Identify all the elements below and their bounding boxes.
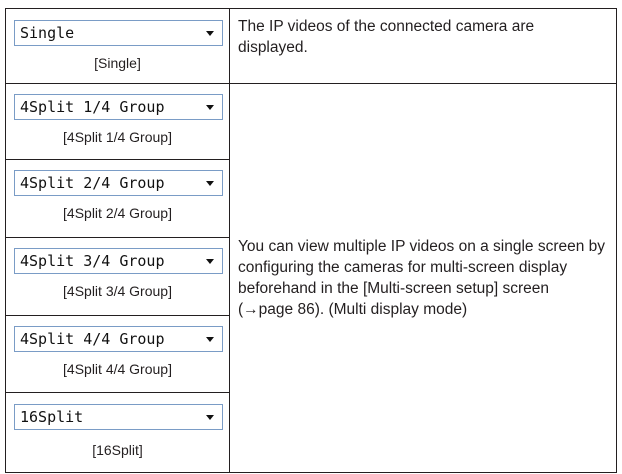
clipped-heading-strip — [0, 0, 622, 8]
chevron-down-icon — [206, 259, 214, 264]
mode-caption: [4Split 3/4 Group] — [63, 283, 172, 299]
table-row: Single [Single] The IP videos of the con… — [5, 8, 617, 84]
mode-cell-4split-1: 4Split 1/4 Group [4Split 1/4 Group] — [5, 83, 230, 160]
display-mode-table: Single [Single] The IP videos of the con… — [5, 8, 617, 473]
dropdown-value: 16Split — [20, 408, 84, 426]
mode-caption: [Single] — [94, 55, 141, 71]
mode-dropdown-4split-4[interactable]: 4Split 4/4 Group — [14, 326, 223, 352]
table-row: 4Split 1/4 Group [4Split 1/4 Group] You … — [5, 83, 617, 473]
mode-cell-4split-3: 4Split 3/4 Group [4Split 3/4 Group] — [5, 237, 230, 316]
mode-dropdown-single[interactable]: Single — [14, 20, 223, 46]
mode-cell-4split-4: 4Split 4/4 Group [4Split 4/4 Group] — [5, 315, 230, 393]
mode-dropdown-16split[interactable]: 16Split — [14, 404, 223, 430]
mode-cell-4split-2: 4Split 2/4 Group [4Split 2/4 Group] — [5, 159, 230, 238]
mode-dropdown-4split-3[interactable]: 4Split 3/4 Group — [14, 248, 223, 274]
mode-caption: [4Split 2/4 Group] — [63, 205, 172, 221]
dropdown-value: Single — [20, 24, 75, 42]
multi-description: You can view multiple IP videos on a sin… — [229, 83, 617, 473]
single-description: The IP videos of the connected camera ar… — [229, 8, 617, 84]
chevron-down-icon — [206, 105, 214, 110]
dropdown-value: 4Split 4/4 Group — [20, 330, 165, 348]
chevron-down-icon — [206, 31, 214, 36]
mode-cell-16split: 16Split [16Split] — [5, 392, 230, 473]
chevron-down-icon — [206, 181, 214, 186]
dropdown-value: 4Split 1/4 Group — [20, 98, 165, 116]
mode-caption: [16Split] — [92, 442, 143, 458]
mode-cell-single: Single [Single] — [5, 8, 230, 84]
mode-caption: [4Split 4/4 Group] — [63, 361, 172, 377]
mode-caption: [4Split 1/4 Group] — [63, 129, 172, 145]
mode-dropdown-4split-2[interactable]: 4Split 2/4 Group — [14, 170, 223, 196]
chevron-down-icon — [206, 337, 214, 342]
dropdown-value: 4Split 3/4 Group — [20, 252, 165, 270]
mode-dropdown-4split-1[interactable]: 4Split 1/4 Group — [14, 94, 223, 120]
chevron-down-icon — [206, 415, 214, 420]
dropdown-value: 4Split 2/4 Group — [20, 174, 165, 192]
